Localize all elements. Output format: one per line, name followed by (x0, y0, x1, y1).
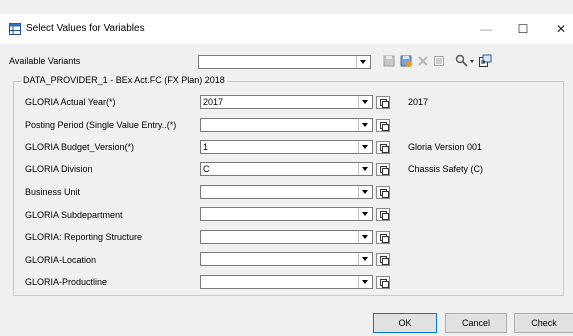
chevron-down-icon[interactable] (358, 231, 372, 243)
export-icon[interactable] (478, 54, 492, 68)
row-label-reporting-structure: GLORIA: Reporting Structure (25, 232, 143, 242)
cancel-button[interactable]: Cancel (445, 313, 507, 333)
actual-year-value: 2017 (203, 97, 224, 107)
value-help-button-productline[interactable] (376, 276, 390, 289)
row-label-actual-year: GLORIA Actual Year(*) (25, 97, 116, 107)
chevron-down-icon[interactable] (358, 96, 372, 108)
available-variants-label: Available Variants (9, 56, 81, 66)
budget-version-value: 1 (203, 142, 209, 152)
chevron-down-icon[interactable] (356, 56, 370, 68)
title-bar: Select Values for Variables — ☐ ✕ (0, 14, 573, 44)
variant-details-icon[interactable] (432, 54, 446, 68)
row-label-productline: GLORIA-Productline (25, 277, 108, 287)
location-combo[interactable] (200, 252, 373, 266)
dialog-icon (9, 23, 21, 35)
window-title: Select Values for Variables (26, 23, 145, 34)
productline-combo[interactable] (200, 275, 373, 289)
value-help-button-actual-year[interactable] (376, 96, 390, 109)
chevron-down-icon[interactable] (358, 186, 372, 198)
value-help-button-location[interactable] (376, 253, 390, 266)
minimize-button[interactable]: — (474, 19, 498, 39)
value-help-button-business-unit[interactable] (376, 186, 390, 199)
row-label-location: GLORIA-Location (25, 255, 97, 265)
chevron-down-icon[interactable] (358, 163, 372, 175)
ok-button[interactable]: OK (373, 313, 437, 333)
division-value: C (203, 164, 210, 174)
personalize-dropdown-icon[interactable] (455, 54, 475, 68)
close-button[interactable]: ✕ (549, 19, 573, 39)
value-help-button-reporting-structure[interactable] (376, 231, 390, 244)
posting-period-combo[interactable] (200, 118, 373, 132)
value-help-button-posting-period[interactable] (376, 119, 390, 132)
subdepartment-combo[interactable] (200, 207, 373, 221)
row-desc-actual-year: 2017 (408, 97, 429, 107)
business-unit-combo[interactable] (200, 185, 373, 199)
group-title: DATA_PROVIDER_1 - BEx Act.FC (FX Plan) 2… (21, 75, 227, 85)
budget-version-combo[interactable]: 1 (200, 140, 373, 154)
value-help-button-subdepartment[interactable] (376, 208, 390, 221)
row-desc-budget-version: Gloria Version 001 (408, 142, 483, 152)
division-combo[interactable]: C (200, 162, 373, 176)
value-help-button-budget-version[interactable] (376, 141, 390, 154)
chevron-down-icon[interactable] (358, 208, 372, 220)
row-label-budget-version: GLORIA Budget_Version(*) (25, 142, 135, 152)
row-desc-division: Chassis Safety (C) (408, 164, 484, 174)
chevron-down-icon[interactable] (358, 119, 372, 131)
save-variant-icon[interactable] (382, 54, 396, 68)
delete-variant-icon[interactable] (416, 54, 430, 68)
value-help-button-division[interactable] (376, 163, 390, 176)
chevron-down-icon[interactable] (358, 276, 372, 288)
reporting-structure-combo[interactable] (200, 230, 373, 244)
row-label-subdepartment: GLORIA Subdepartment (25, 210, 123, 220)
actual-year-combo[interactable]: 2017 (200, 95, 373, 109)
chevron-down-icon[interactable] (358, 253, 372, 265)
row-label-division: GLORIA Division (25, 164, 93, 174)
maximize-button[interactable]: ☐ (511, 19, 535, 39)
available-variants-combo[interactable] (198, 55, 371, 69)
check-button[interactable]: Check (514, 313, 573, 333)
row-label-posting-period: Posting Period (Single Value Entry..(*) (25, 120, 177, 130)
save-as-variant-icon[interactable] (399, 54, 413, 68)
row-label-business-unit: Business Unit (25, 187, 81, 197)
chevron-down-icon[interactable] (358, 141, 372, 153)
